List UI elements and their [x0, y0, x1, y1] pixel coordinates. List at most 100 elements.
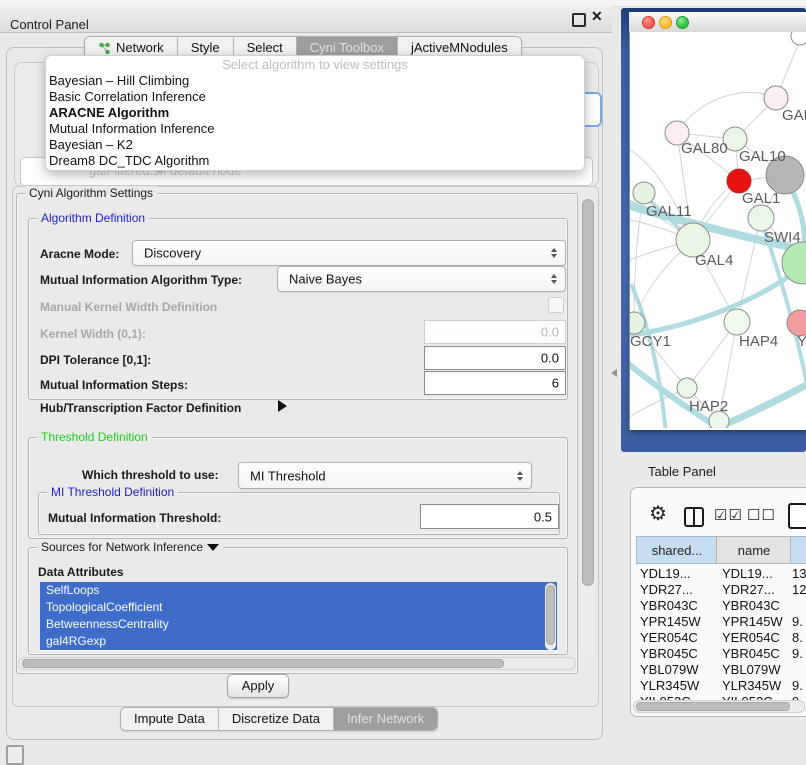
table-cell[interactable]: YLR345W	[722, 678, 781, 693]
group-title: MI Threshold Definition	[47, 485, 178, 500]
network-node[interactable]	[633, 182, 655, 204]
table-cell[interactable]: 8.	[792, 630, 803, 645]
select-all-checkboxes-icon[interactable]: ☑☑	[714, 506, 743, 524]
apply-button[interactable]: Apply	[227, 674, 289, 698]
control-panel-header: Control Panel	[0, 6, 612, 33]
combo-stepper-icon	[551, 248, 557, 258]
table-cell[interactable]: 12	[792, 582, 806, 597]
mi-type-combo[interactable]: Naive Bayes	[277, 266, 566, 292]
expand-arrow-icon[interactable]	[278, 400, 287, 412]
table-cell[interactable]: YER054C	[640, 630, 698, 645]
node-label: Y	[797, 333, 806, 350]
column-header-partial[interactable]	[790, 536, 806, 564]
aracne-mode-value: Discovery	[144, 246, 201, 261]
columns-icon[interactable]	[684, 507, 704, 527]
dropdown-item-selected[interactable]: ARACNE Algorithm	[46, 105, 584, 121]
kernel-width-field[interactable]: 0.0	[424, 320, 566, 344]
bottom-tabbar: Impute Data Discretize Data Infer Networ…	[120, 707, 438, 731]
dropdown-item[interactable]: Bayesian – Hill Climbing	[46, 73, 584, 89]
table-cell[interactable]: 13	[792, 566, 806, 581]
table-cell[interactable]: YDR27...	[722, 582, 775, 597]
network-node[interactable]	[791, 32, 806, 45]
zoom-window-button[interactable]	[676, 16, 689, 29]
mi-threshold-field[interactable]: 0.5	[420, 504, 559, 529]
panel-title: Control Panel	[10, 17, 89, 32]
network-node[interactable]	[724, 309, 750, 335]
table-cell[interactable]: YDL19...	[722, 566, 773, 581]
node-label: HAP4	[739, 333, 778, 350]
table-cell[interactable]: 9.	[792, 646, 803, 661]
table-cell[interactable]: YDR27...	[640, 582, 693, 597]
network-window-titlebar[interactable]	[629, 12, 806, 33]
node-label: GAL1	[742, 190, 780, 207]
table-cell[interactable]: YBL079W	[640, 662, 699, 677]
table-cell[interactable]: 9.	[792, 678, 803, 693]
table-cell[interactable]: YPR145W	[722, 614, 783, 629]
table-cell[interactable]: YBR045C	[640, 646, 698, 661]
table-cell[interactable]: YLR345W	[640, 678, 699, 693]
which-threshold-combo[interactable]: MI Threshold	[238, 462, 532, 489]
dpi-tolerance-label: DPI Tolerance [0,1]:	[40, 353, 151, 367]
kernel-width-value: 0.0	[541, 325, 559, 340]
column-header-shared-name[interactable]: shared...	[636, 536, 718, 564]
mi-type-value: Naive Bayes	[289, 272, 362, 287]
table-rows: YDL19... YDL19... 13 YDR27... YDR27... 1…	[632, 563, 806, 713]
collapse-arrow-icon[interactable]	[207, 544, 219, 551]
table-cell[interactable]: YPR145W	[640, 614, 701, 629]
table-cell[interactable]: YBR043C	[722, 598, 780, 613]
scrollbar-thumb[interactable]	[546, 585, 555, 645]
close-window-button[interactable]	[642, 16, 655, 29]
dropdown-item[interactable]: Dream8 DC_TDC Algorithm	[46, 153, 584, 169]
table-cell[interactable]: YDL19...	[640, 566, 691, 581]
network-node[interactable]	[748, 205, 774, 231]
tab-impute-data[interactable]: Impute Data	[121, 708, 219, 730]
tab-infer-network[interactable]: Infer Network	[334, 708, 437, 730]
column-header-name[interactable]: name	[716, 536, 792, 564]
float-panel-icon[interactable]	[572, 13, 586, 27]
scrollbar-thumb[interactable]	[582, 199, 594, 586]
node-label: GAL11	[646, 203, 692, 220]
attribute-item-selected[interactable]: SelfLoops	[40, 582, 557, 599]
table-cell[interactable]: 9.	[792, 614, 803, 629]
close-icon[interactable]: ✕	[591, 8, 603, 25]
table-cell[interactable]: YER054C	[722, 630, 780, 645]
node-label: GAL80	[681, 140, 728, 157]
table-cell[interactable]: YBR045C	[722, 646, 780, 661]
network-node[interactable]	[677, 378, 697, 398]
dropdown-item[interactable]: Basic Correlation Inference	[46, 89, 584, 105]
tab-discretize-data[interactable]: Discretize Data	[219, 708, 334, 730]
dropdown-item[interactable]: Bayesian – K2	[46, 137, 584, 153]
which-threshold-label: Which threshold to use:	[82, 468, 219, 482]
mi-steps-field[interactable]: 6	[424, 371, 566, 395]
attribute-item-selected[interactable]: BetweennessCentrality	[40, 616, 557, 633]
settings-hscrollbar[interactable]	[18, 657, 576, 670]
mi-threshold-label: Mutual Information Threshold:	[48, 511, 221, 525]
combo-stepper-icon	[551, 274, 557, 284]
scrollbar-thumb[interactable]	[636, 702, 790, 711]
minimized-panel-icon[interactable]	[6, 745, 24, 765]
panel-divider-handle[interactable]	[611, 369, 617, 377]
group-title: Threshold Definition	[37, 430, 152, 445]
table-cell[interactable]: YBL079W	[722, 662, 781, 677]
attribute-item-selected[interactable]: TopologicalCoefficient	[40, 599, 557, 616]
attribute-item-selected[interactable]: gal4RGexp	[40, 633, 557, 650]
aracne-mode-combo[interactable]: Discovery	[132, 240, 566, 266]
mi-steps-label: Mutual Information Steps:	[40, 378, 188, 392]
new-table-icon[interactable]	[788, 503, 806, 529]
sources-title: Sources for Network Inference	[41, 540, 203, 554]
dpi-tolerance-field[interactable]: 0.0	[424, 346, 566, 370]
tab-label: Infer Network	[347, 708, 424, 730]
deselect-all-checkboxes-icon[interactable]: ☐☐	[747, 506, 776, 524]
network-icon	[98, 42, 111, 55]
network-canvas[interactable]: GAL GAL80 GAL10 GAL1 GAL11 SWI4 GAL4 GCY…	[630, 32, 806, 428]
manual-kernel-checkbox[interactable]	[548, 297, 564, 313]
table-hscrollbar[interactable]	[633, 700, 805, 713]
dropdown-item[interactable]: Mutual Information Inference	[46, 121, 584, 137]
attribute-list-scrollbar[interactable]	[545, 583, 556, 650]
table-cell[interactable]: YBR043C	[640, 598, 698, 613]
minimize-window-button[interactable]	[659, 16, 672, 29]
app-root: { "control_panel": { "title": "Control P…	[0, 0, 806, 762]
scrollbar-thumb[interactable]	[22, 659, 504, 668]
settings-vscrollbar[interactable]	[581, 196, 595, 654]
gear-icon[interactable]: ⚙	[649, 503, 667, 525]
